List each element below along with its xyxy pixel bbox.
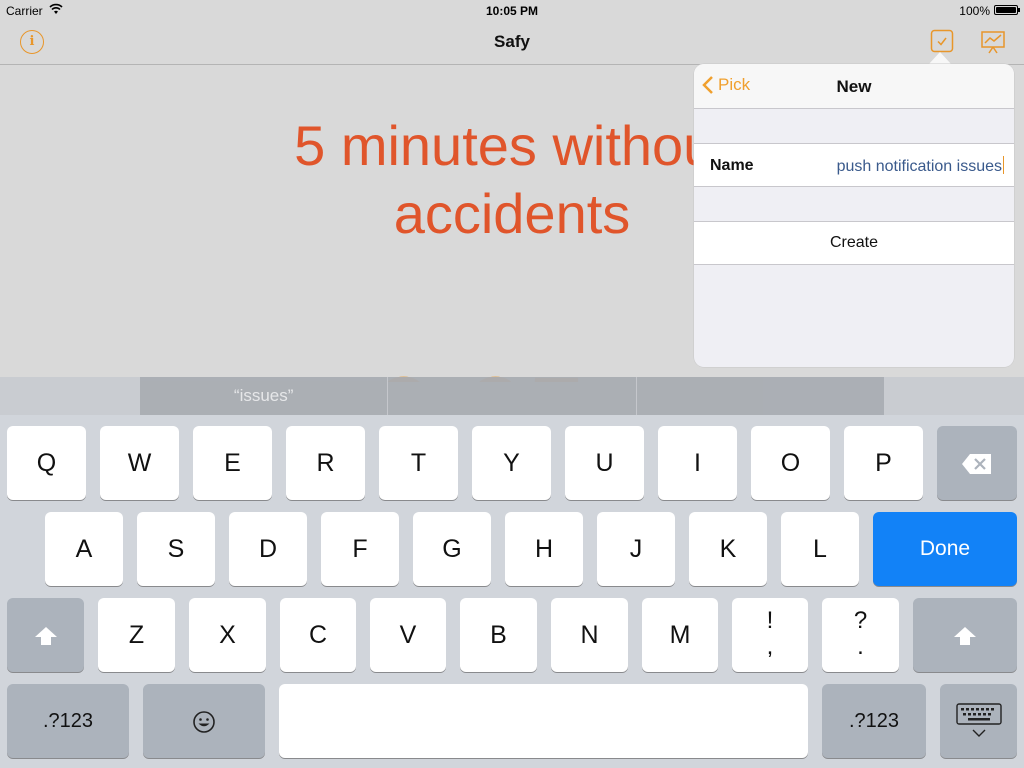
key-l[interactable]: L	[781, 512, 859, 586]
key-comma-label: ,	[766, 633, 774, 660]
emoji-icon	[193, 711, 215, 734]
emoji-key[interactable]	[143, 684, 265, 758]
key-t[interactable]: T	[379, 426, 458, 500]
key-r[interactable]: R	[286, 426, 365, 500]
shift-key-right[interactable]	[913, 598, 1017, 672]
numbers-key-left[interactable]: .?123	[7, 684, 129, 758]
space-key[interactable]	[279, 684, 808, 758]
key-u[interactable]: U	[565, 426, 644, 500]
create-label: Create	[829, 234, 879, 251]
key-q[interactable]: Q	[7, 426, 86, 500]
suggestion-bar-left	[0, 377, 140, 415]
numbers-key-right[interactable]: .?123	[822, 684, 926, 758]
keyboard: Q W E R T Y U I O P A S D F G H J K L Do…	[0, 415, 1024, 768]
key-exclaim-label: !	[766, 607, 774, 634]
name-input-value: push notification issues	[836, 158, 1002, 175]
keyboard-dismiss-icon	[955, 703, 1002, 738]
key-a[interactable]: A	[45, 512, 123, 586]
key-z[interactable]: Z	[98, 598, 175, 672]
name-label: Name	[710, 157, 754, 174]
popover-title: New	[836, 77, 872, 96]
check-icon[interactable]	[930, 29, 954, 53]
key-d[interactable]: D	[229, 512, 307, 586]
suggestion-bar: “issues”	[140, 377, 884, 415]
shift-icon	[34, 627, 57, 646]
key-f[interactable]: F	[321, 512, 399, 586]
suggestion-3[interactable]	[637, 377, 884, 415]
battery-icon	[994, 5, 1020, 15]
key-m[interactable]: M	[642, 598, 718, 672]
key-question-label: ?	[853, 607, 868, 634]
key-s[interactable]: S	[137, 512, 215, 586]
shift-key-left[interactable]	[7, 598, 84, 672]
create-button[interactable]: Create	[694, 221, 1014, 265]
chart-icon[interactable]	[981, 30, 1005, 54]
popover-nav-bar: Pick New	[694, 64, 1014, 109]
name-input[interactable]: push notification issues	[837, 156, 1004, 176]
key-y[interactable]: Y	[472, 426, 551, 500]
key-exclaim-comma[interactable]: ! ,	[732, 598, 808, 672]
suggestion-2[interactable]	[388, 377, 637, 415]
backspace-key[interactable]	[937, 426, 1017, 500]
text-caret	[1003, 156, 1004, 174]
key-b[interactable]: B	[460, 598, 537, 672]
key-k[interactable]: K	[689, 512, 767, 586]
suggestion-1[interactable]: “issues”	[140, 377, 389, 415]
dismiss-keyboard-key[interactable]	[940, 684, 1017, 758]
key-g[interactable]: G	[413, 512, 491, 586]
key-x[interactable]: X	[189, 598, 266, 672]
key-period-label: .	[857, 633, 864, 660]
clock: 10:05 PM	[485, 4, 539, 18]
key-w[interactable]: W	[100, 426, 179, 500]
key-c[interactable]: C	[280, 598, 356, 672]
key-question-period[interactable]: ? .	[822, 598, 899, 672]
navigation-bar: i Safy	[0, 20, 1024, 65]
status-bar: Carrier 10:05 PM 100%	[0, 0, 1024, 20]
suggestion-bar-right	[884, 377, 1024, 415]
done-key[interactable]: Done	[873, 512, 1017, 586]
backspace-icon	[962, 454, 991, 475]
key-h[interactable]: H	[505, 512, 583, 586]
battery-percent: 100%	[959, 4, 990, 18]
key-p[interactable]: P	[844, 426, 923, 500]
key-n[interactable]: N	[551, 598, 628, 672]
key-e[interactable]: E	[193, 426, 272, 500]
key-i[interactable]: I	[658, 426, 737, 500]
key-o[interactable]: O	[751, 426, 830, 500]
key-j[interactable]: J	[597, 512, 675, 586]
name-field-row[interactable]: Name push notification issues	[694, 143, 1014, 187]
key-v[interactable]: V	[370, 598, 446, 672]
new-item-popover: Pick New Name push notification issues C…	[694, 64, 1014, 367]
app-title: Safy	[494, 32, 530, 51]
shift-icon	[954, 627, 976, 646]
